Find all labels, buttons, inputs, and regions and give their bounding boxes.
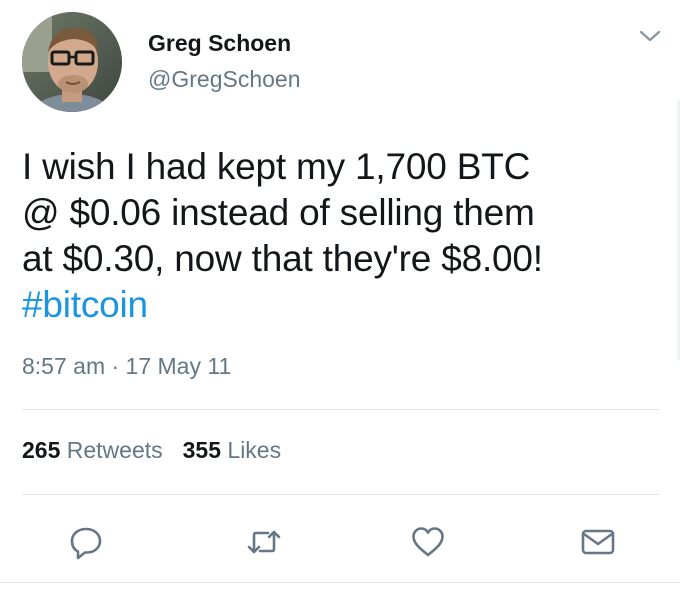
tweet-text-line: at $0.30, now that they're $8.00! [22, 238, 543, 279]
likes-count: 355 [182, 437, 222, 463]
tweet-card: Greg Schoen @GregSchoen I wish I had kep… [0, 0, 680, 596]
chevron-down-icon[interactable] [638, 28, 662, 44]
author-handle[interactable]: @GregSchoen [148, 66, 301, 93]
tweet-timestamp[interactable]: 8:57 am · 17 May 11 [22, 353, 231, 380]
action-bar [0, 522, 680, 562]
divider [22, 494, 660, 495]
likes-label: Likes [227, 437, 282, 463]
envelope-icon [581, 529, 615, 555]
avatar[interactable] [22, 12, 122, 112]
avatar-photo [22, 12, 122, 112]
reply-icon [70, 527, 102, 560]
retweets-stat[interactable]: 265 Retweets [22, 437, 163, 463]
retweets-label: Retweets [66, 437, 163, 463]
engagement-stats: 265 Retweets 355 Likes [22, 437, 281, 464]
reply-button[interactable] [66, 522, 106, 562]
author-name[interactable]: Greg Schoen [148, 30, 291, 57]
divider [22, 409, 660, 410]
direct-message-button[interactable] [578, 522, 618, 562]
retweet-button[interactable] [244, 522, 284, 562]
heart-icon [412, 527, 444, 557]
likes-stat[interactable]: 355 Likes [183, 437, 281, 463]
hashtag-link[interactable]: #bitcoin [22, 282, 652, 328]
retweets-count: 265 [22, 437, 61, 463]
tweet-text-line: I wish I had kept my 1,700 BTC [22, 146, 531, 187]
tweet-text: I wish I had kept my 1,700 BTC @ $0.06 i… [22, 144, 652, 328]
tweet-text-line: @ $0.06 instead of selling them [22, 192, 535, 233]
retweet-icon [247, 530, 281, 554]
like-button[interactable] [408, 522, 448, 562]
divider [0, 582, 680, 583]
